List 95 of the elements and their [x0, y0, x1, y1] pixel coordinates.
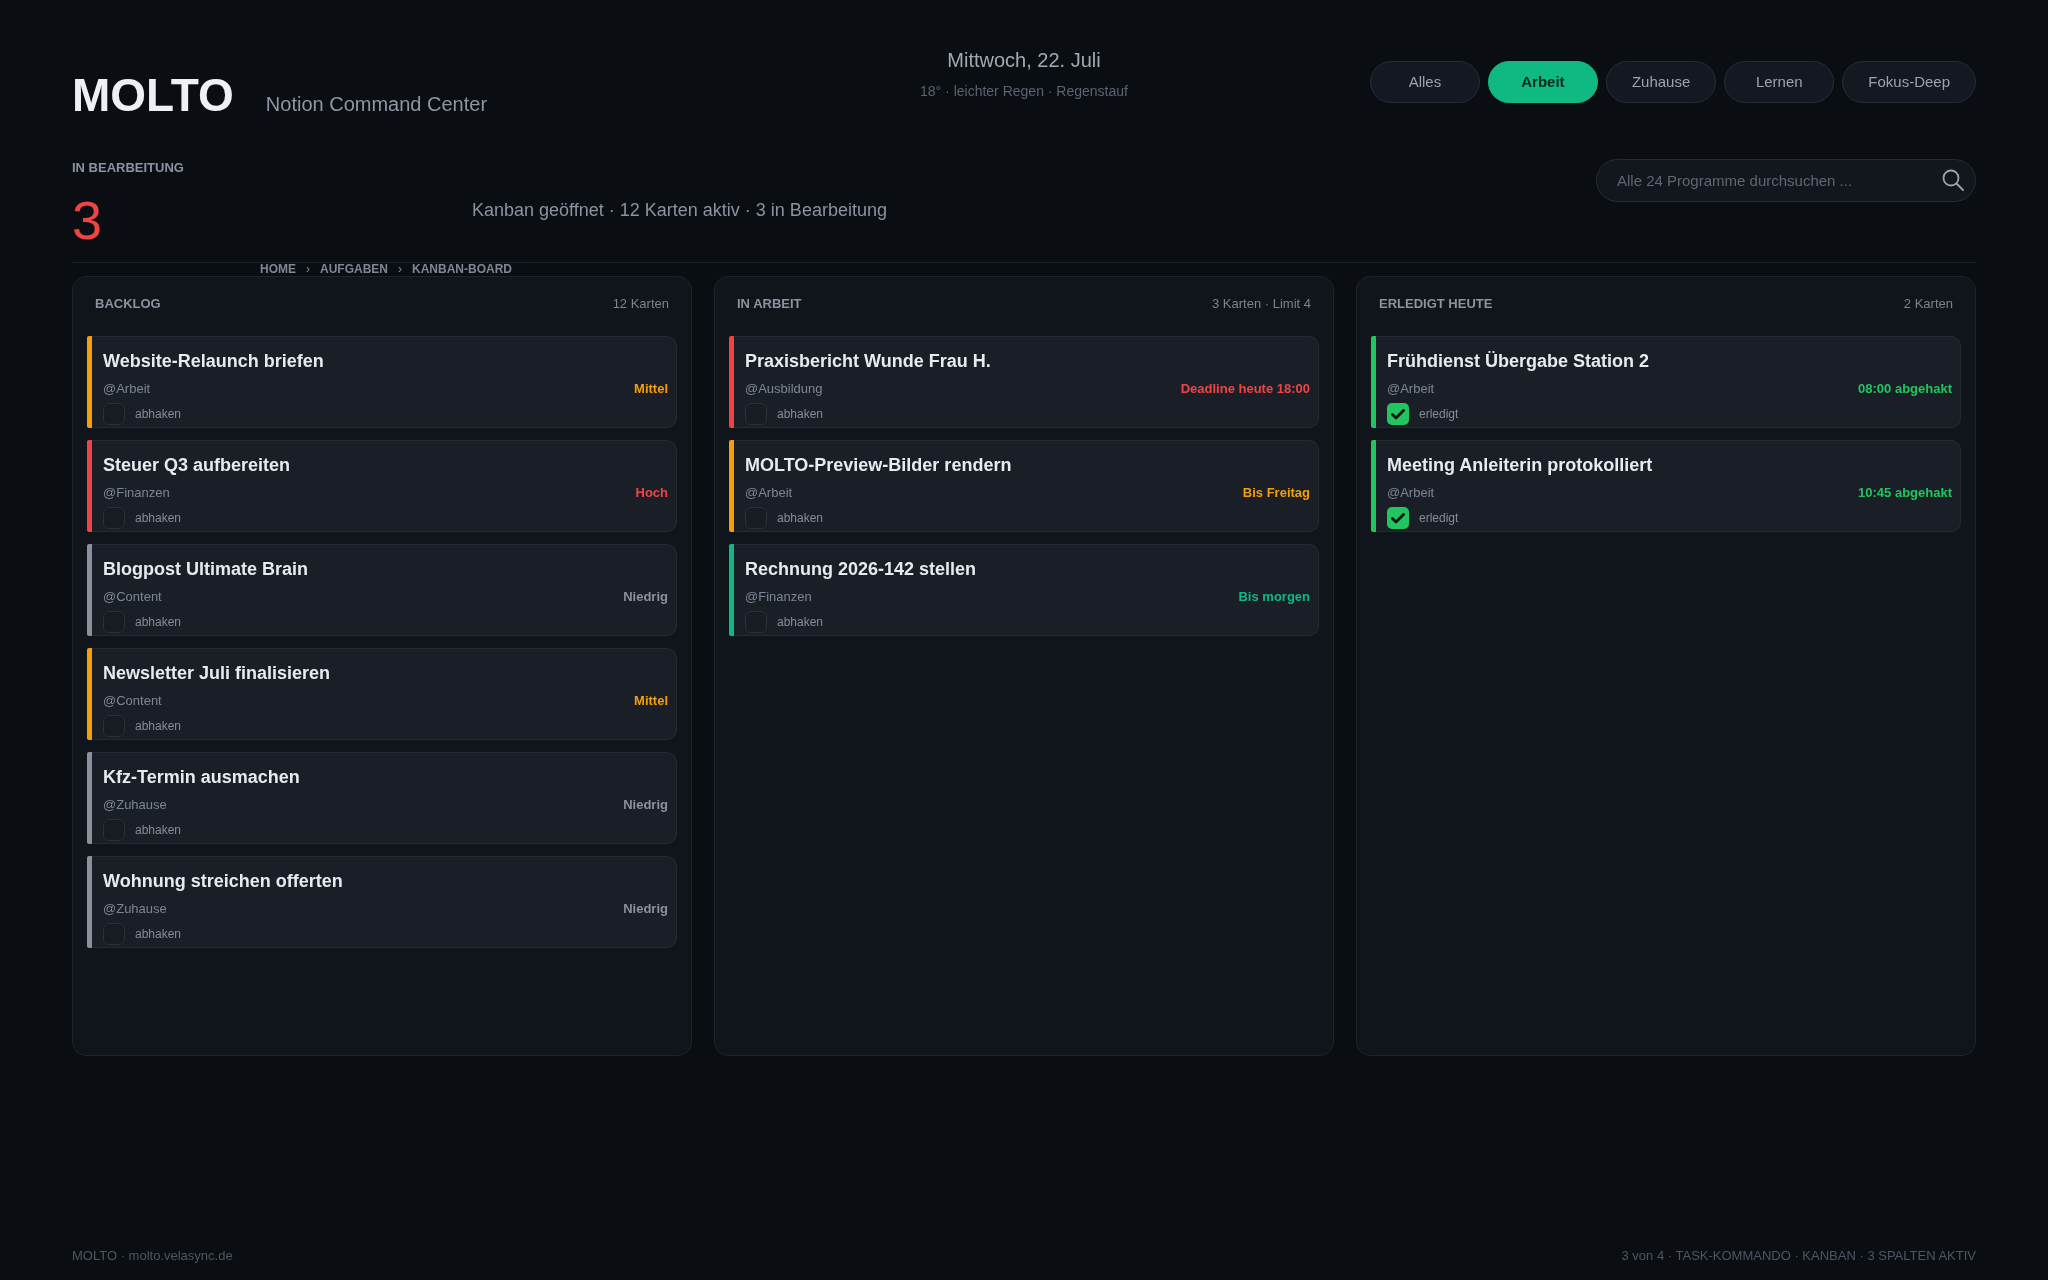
task-status-text: Deadline heute 18:00 — [1180, 381, 1310, 397]
task-tag: @Arbeit — [745, 485, 793, 501]
task-status-text: Bis Freitag — [1242, 485, 1310, 501]
task-title: MOLTO-Preview-Bilder rendern — [745, 454, 1012, 476]
checkbox[interactable] — [745, 403, 767, 425]
task-tag: @Content — [103, 589, 162, 605]
breadcrumb-separator: › — [398, 263, 402, 276]
checkbox[interactable] — [103, 715, 125, 737]
task-tag: @Zuhause — [103, 797, 167, 813]
checkbox[interactable] — [1387, 403, 1409, 425]
task-status-text: Mittel — [634, 693, 668, 709]
task-card[interactable]: Meeting Anleiterin protokolliert @Arbeit 10:45 abgehakt erledigt — [1376, 440, 1961, 532]
checkbox-label: abhaken — [777, 406, 824, 422]
task-status-text: 10:45 abgehakt — [1858, 485, 1952, 501]
weather-info: 18° · leichter Regen · Regenstauf — [920, 82, 1128, 101]
checkbox-label: abhaken — [135, 614, 182, 630]
task-title: Newsletter Juli finalisieren — [103, 662, 331, 684]
column-count: 12 Karten — [612, 296, 669, 312]
task-card[interactable]: Frühdienst Übergabe Station 2 @Arbeit 08:00 abgehakt erledigt — [1376, 336, 1961, 428]
checkbox-label: abhaken — [777, 614, 824, 630]
filter-tab[interactable]: Zuhause — [1605, 61, 1717, 103]
checkbox-label: abhaken — [777, 510, 824, 526]
breadcrumb-link[interactable]: KANBAN-BOARD — [412, 263, 512, 276]
task-status-text: 08:00 abgehakt — [1858, 381, 1952, 397]
checkbox-label: erledigt — [1419, 510, 1459, 526]
checkbox[interactable] — [103, 611, 125, 633]
checkbox[interactable] — [745, 507, 767, 529]
task-tag: @Arbeit — [1387, 381, 1435, 397]
task-card[interactable]: Kfz-Termin ausmachen @Zuhause Niedrig abhaken — [92, 752, 677, 844]
task-title: Frühdienst Übergabe Station 2 — [1387, 350, 1650, 372]
checkbox[interactable] — [103, 819, 125, 841]
task-tag: @Arbeit — [103, 381, 151, 397]
task-title: Wohnung streichen offerten — [103, 870, 343, 892]
task-title: Steuer Q3 aufbereiten — [103, 454, 291, 476]
checkmark-icon — [1391, 512, 1405, 524]
task-title: Kfz-Termin ausmachen — [103, 766, 300, 788]
task-status-text: Hoch — [635, 485, 668, 501]
footer-text: MOLTO · molto.velasync.de — [72, 1247, 233, 1265]
task-status-text: Niedrig — [623, 589, 668, 605]
search-field[interactable]: Alle 24 Programme durchsuchen ... — [1596, 159, 1976, 202]
task-tag: @Zuhause — [103, 901, 167, 917]
task-title: Website-Relaunch briefen — [103, 350, 324, 372]
column-count: 2 Karten — [1903, 296, 1953, 312]
task-card[interactable]: Blogpost Ultimate Brain @Content Niedrig abhaken — [92, 544, 677, 636]
column-title: ERLEDIGT HEUTE — [1379, 296, 1493, 312]
checkbox-label: abhaken — [135, 510, 182, 526]
stat-label: IN BEARBEITUNG — [72, 159, 184, 177]
task-tag: @Finanzen — [103, 485, 170, 501]
checkbox[interactable] — [103, 923, 125, 945]
filter-tab[interactable]: Lernen — [1724, 61, 1835, 103]
column-title: IN ARBEIT — [737, 296, 802, 312]
checkbox[interactable] — [1387, 507, 1409, 529]
task-card[interactable]: Steuer Q3 aufbereiten @Finanzen Hoch abhaken — [92, 440, 677, 532]
task-status-text: Mittel — [634, 381, 668, 397]
breadcrumb-link[interactable]: HOME — [260, 263, 296, 276]
task-card[interactable]: Newsletter Juli finalisieren @Content Mittel abhaken — [92, 648, 677, 740]
footer-text: 3 von 4 · TASK-KOMMANDO · KANBAN · 3 SPALTEN AKTIV — [1621, 1247, 1976, 1265]
task-tag: @Finanzen — [745, 589, 812, 605]
checkbox-label: abhaken — [135, 822, 182, 838]
checkbox[interactable] — [103, 507, 125, 529]
task-card[interactable]: Website-Relaunch briefen @Arbeit Mittel abhaken — [92, 336, 677, 428]
checkmark-icon — [1391, 408, 1405, 420]
checkbox[interactable] — [103, 403, 125, 425]
filter-tab[interactable]: Alles — [1369, 61, 1480, 103]
column-count: 3 Karten · Limit 4 — [1212, 296, 1311, 312]
breadcrumb-separator: › — [306, 263, 310, 276]
task-title: Blogpost Ultimate Brain — [103, 558, 308, 580]
task-tag: @Arbeit — [1387, 485, 1435, 501]
date-heading: Mittwoch, 22. Juli — [947, 48, 1101, 73]
stat-value: 3 — [72, 193, 103, 247]
checkbox-label: abhaken — [135, 406, 182, 422]
task-status-text: Niedrig — [623, 797, 668, 813]
task-title: Praxisbericht Wunde Frau H. — [745, 350, 991, 372]
filter-tab[interactable]: Arbeit — [1487, 61, 1598, 103]
task-title: Rechnung 2026-142 stellen — [745, 558, 977, 580]
task-tag: @Content — [103, 693, 162, 709]
task-card[interactable]: Rechnung 2026-142 stellen @Finanzen Bis morgen abhaken — [734, 544, 1319, 636]
app-subtitle: Notion Command Center — [265, 92, 488, 117]
filter-tab[interactable]: Fokus-Deep — [1842, 61, 1976, 103]
task-card[interactable]: Wohnung streichen offerten @Zuhause Niedrig abhaken — [92, 856, 677, 948]
task-card[interactable]: MOLTO-Preview-Bilder rendern @Arbeit Bis Freitag abhaken — [734, 440, 1319, 532]
search-icon — [1942, 169, 1964, 191]
status-summary: Kanban geöffnet · 12 Karten aktiv · 3 in Bearbeitung — [472, 199, 887, 222]
column-title: BACKLOG — [95, 296, 161, 312]
task-status-text: Niedrig — [623, 901, 668, 917]
task-status-text: Bis morgen — [1238, 589, 1310, 605]
checkbox-label: erledigt — [1419, 406, 1459, 422]
checkbox[interactable] — [745, 611, 767, 633]
checkbox-label: abhaken — [135, 926, 182, 942]
task-title: Meeting Anleiterin protokolliert — [1387, 454, 1653, 476]
task-tag: @Ausbildung — [745, 381, 823, 397]
task-card[interactable]: Praxisbericht Wunde Frau H. @Ausbildung Deadline heute 18:00 abhaken — [734, 336, 1319, 428]
breadcrumb-link[interactable]: AUFGABEN — [320, 263, 388, 276]
checkbox-label: abhaken — [135, 718, 182, 734]
app-logo: MOLTO — [72, 68, 234, 123]
